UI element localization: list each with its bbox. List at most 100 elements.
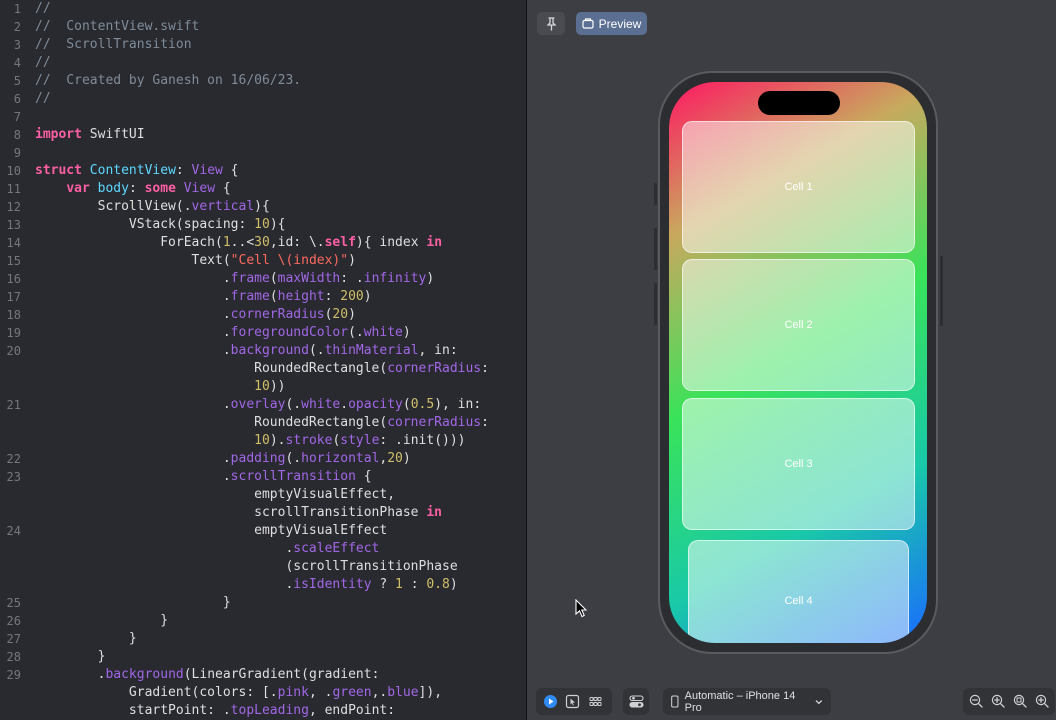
live-mode-button[interactable] [543, 694, 558, 709]
code-text: emptyVisualEffect [35, 522, 387, 540]
code-line[interactable]: 28 } [0, 648, 526, 666]
code-line[interactable]: 12 ScrollView(.vertical){ [0, 198, 526, 216]
device-selector[interactable]: Automatic – iPhone 14 Pro [663, 688, 831, 715]
code-line[interactable]: RoundedRectangle(cornerRadius: [0, 360, 526, 378]
code-token: ForEach( [35, 235, 223, 250]
preview-mode-button[interactable]: Preview [576, 12, 647, 35]
code-line[interactable]: 26 } [0, 612, 526, 630]
code-line[interactable]: .isIdentity ? 1 : 0.8) [0, 576, 526, 594]
code-line[interactable]: 25 } [0, 594, 526, 612]
code-text: (scrollTransitionPhase [35, 558, 458, 576]
code-token: 1 [395, 577, 403, 592]
cell-1[interactable]: Cell 1 [682, 121, 915, 253]
device-settings-button[interactable] [623, 688, 649, 715]
code-line[interactable]: 11 var body: some View { [0, 180, 526, 198]
code-token: 10 [254, 217, 270, 232]
preview-icon [582, 18, 594, 29]
code-line[interactable]: 1 // [0, 0, 526, 18]
code-line[interactable]: 24 emptyVisualEffect [0, 522, 526, 540]
code-line[interactable]: Gradient(colors: [.pink, .green,.blue]), [0, 684, 526, 702]
code-line[interactable]: scrollTransitionPhase in [0, 504, 526, 522]
code-token: . [35, 667, 106, 682]
code-token: struct [35, 163, 82, 178]
line-number: 22 [6, 452, 21, 466]
phone-volume-up [654, 228, 657, 270]
code-line[interactable]: 4 // [0, 54, 526, 72]
code-token: ScrollView(. [35, 199, 192, 214]
code-line[interactable]: 16 .frame(maxWidth: .infinity) [0, 270, 526, 288]
code-line[interactable]: 15 Text("Cell \(index)") [0, 252, 526, 270]
line-number: 19 [6, 326, 21, 340]
code-line[interactable]: 6 // [0, 90, 526, 108]
code-line[interactable]: .scaleEffect [0, 540, 526, 558]
code-token: opacity [348, 397, 403, 412]
preview-mode-group [536, 688, 612, 715]
code-text: } [35, 612, 168, 630]
cell-4[interactable]: Cell 4 [688, 540, 909, 643]
code-line[interactable]: 14 ForEach(1..<30,id: \.self){ index in [0, 234, 526, 252]
code-token: scrollTransition [230, 469, 356, 484]
code-token: stroke [285, 433, 333, 448]
code-token: View [191, 163, 223, 178]
code-line[interactable]: (scrollTransitionPhase [0, 558, 526, 576]
code-text: .foregroundColor(.white) [35, 324, 411, 342]
code-line[interactable]: startPoint: .topLeading, endPoint: [0, 702, 526, 720]
code-token: . [340, 397, 349, 412]
code-token: foregroundColor [230, 325, 349, 340]
code-line[interactable]: 3 // ScrollTransition [0, 36, 526, 54]
code-token: // ContentView.swift [35, 19, 200, 34]
code-line[interactable]: 7 [0, 108, 526, 126]
code-token: emptyVisualEffect, [35, 487, 396, 502]
code-token: (scrollTransitionPhase [35, 559, 458, 574]
code-line[interactable]: 5 // Created by Ganesh on 16/06/23. [0, 72, 526, 90]
code-line[interactable]: 17 .frame(height: 200) [0, 288, 526, 306]
code-token: padding [230, 451, 286, 466]
pin-preview-button[interactable] [537, 12, 565, 35]
line-number: 4 [13, 56, 21, 70]
code-line[interactable]: 20 .background(.thinMaterial, in: [0, 342, 526, 360]
code-text: RoundedRectangle(cornerRadius: [35, 414, 489, 432]
line-number: 10 [6, 164, 21, 178]
code-line[interactable]: 13 VStack(spacing: 10){ [0, 216, 526, 234]
code-line[interactable]: 10 struct ContentView: View { [0, 162, 526, 180]
code-token: style [340, 433, 380, 448]
variants-mode-button[interactable] [588, 694, 603, 709]
device-screen[interactable]: Cell 1 Cell 2 Cell 3 Cell 4 [669, 82, 927, 643]
code-line[interactable]: 29 .background(LinearGradient(gradient: [0, 666, 526, 684]
grid-icon [589, 697, 602, 706]
zoom-fit-button[interactable] [1013, 694, 1028, 709]
zoom-out-button[interactable] [969, 694, 984, 709]
cell-label: Cell 4 [784, 595, 813, 607]
code-line[interactable]: 8 import SwiftUI [0, 126, 526, 144]
code-token: background [105, 667, 184, 682]
code-line[interactable]: 23 .scrollTransition { [0, 468, 526, 486]
code-line[interactable]: emptyVisualEffect, [0, 486, 526, 504]
cell-2[interactable]: Cell 2 [682, 259, 915, 391]
code-token: Gradient(colors: [. [35, 685, 278, 700]
code-line[interactable]: 27 } [0, 630, 526, 648]
code-line[interactable]: 10)) [0, 378, 526, 396]
zoom-in-icon [1035, 694, 1049, 708]
code-line[interactable]: 22 .padding(.horizontal,20) [0, 450, 526, 468]
code-text: .frame(height: 200) [35, 288, 372, 306]
selectable-mode-button[interactable] [565, 694, 580, 709]
code-line[interactable]: 21 .overlay(.white.opacity(0.5), in: [0, 396, 526, 414]
code-line[interactable]: 2 // ContentView.swift [0, 18, 526, 36]
zoom-fit-icon [1013, 694, 1027, 708]
cell-3[interactable]: Cell 3 [682, 398, 915, 530]
code-text: // Created by Ganesh on 16/06/23. [35, 72, 301, 90]
code-text: .cornerRadius(20) [35, 306, 356, 324]
code-line[interactable]: 18 .cornerRadius(20) [0, 306, 526, 324]
code-line[interactable]: 19 .foregroundColor(.white) [0, 324, 526, 342]
code-text: import SwiftUI [35, 126, 145, 144]
line-number: 17 [6, 290, 21, 304]
code-line[interactable]: 10).stroke(style: .init())) [0, 432, 526, 450]
zoom-in-icon [991, 694, 1005, 708]
code-editor[interactable]: 1 // 2 // ContentView.swift 3 // ScrollTransi… [0, 0, 526, 720]
zoom-in-button[interactable] [1035, 694, 1050, 709]
zoom-actual-size-button[interactable] [991, 694, 1006, 709]
code-token: in [426, 505, 442, 520]
code-line[interactable]: 9 [0, 144, 526, 162]
code-text: // ContentView.swift [35, 18, 199, 36]
code-line[interactable]: RoundedRectangle(cornerRadius: [0, 414, 526, 432]
